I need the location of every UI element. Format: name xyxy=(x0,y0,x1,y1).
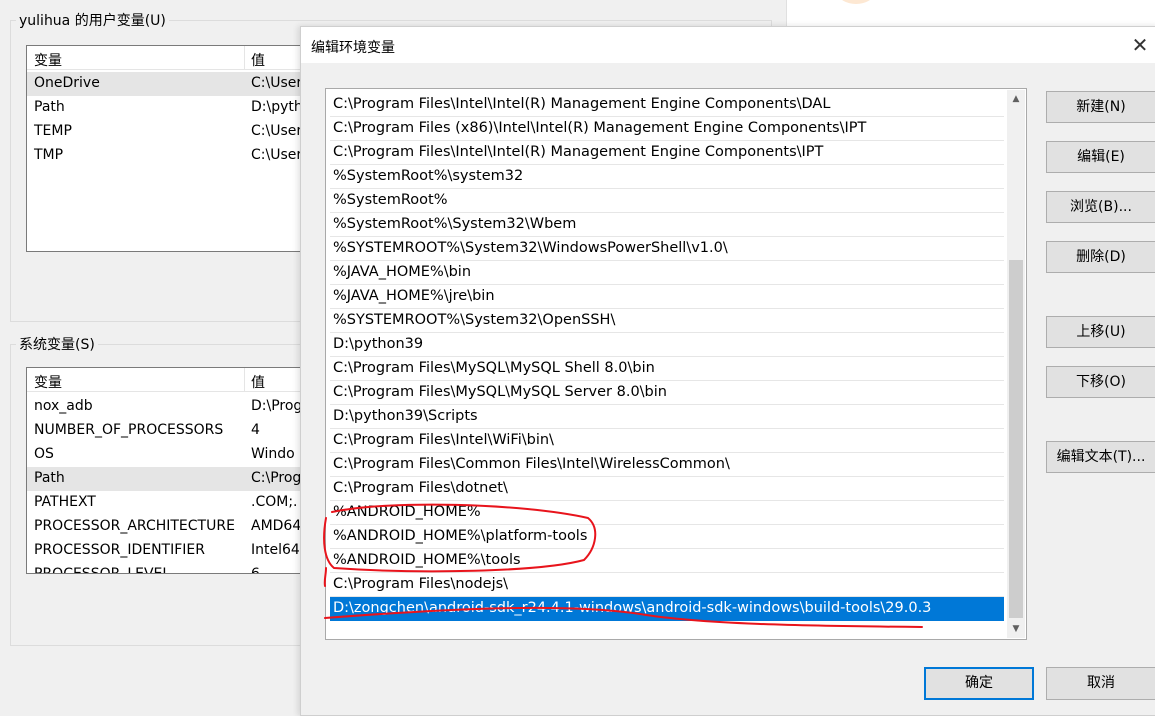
variable-name: TEMP xyxy=(34,123,72,139)
list-item[interactable]: %SYSTEMROOT%\System32\OpenSSH\ xyxy=(330,309,1004,333)
variable-value: Intel64 xyxy=(251,542,300,558)
dialog-title: 编辑环境变量 xyxy=(311,40,395,56)
variable-value: Windo xyxy=(251,446,295,462)
system-variables-header: 变量 值 xyxy=(27,368,325,392)
table-row[interactable]: Path D:\pyth xyxy=(27,96,325,120)
edit-text-button[interactable]: 编辑文本(T)... xyxy=(1046,441,1155,473)
variable-value: C:\User xyxy=(251,75,303,91)
table-row[interactable]: TMP C:\User xyxy=(27,144,325,168)
list-item-selected[interactable]: D:\zongchen\android-sdk_r24.4.1-windows\… xyxy=(330,597,1004,621)
list-item[interactable]: %SystemRoot% xyxy=(330,189,1004,213)
system-variables-list[interactable]: 变量 值 nox_adb D:\Prog NUMBER_OF_PROCESSOR… xyxy=(26,367,326,574)
column-separator[interactable] xyxy=(244,368,245,392)
variable-name: OneDrive xyxy=(34,75,100,91)
list-item[interactable]: %ANDROID_HOME%\platform-tools xyxy=(330,525,1004,549)
variable-name: PROCESSOR_LEVEL xyxy=(34,566,171,574)
variable-name: PROCESSOR_IDENTIFIER xyxy=(34,542,205,558)
system-variables-group-title: 系统变量(S) xyxy=(16,337,98,353)
column-header-value[interactable]: 值 xyxy=(251,372,265,392)
variable-name: OS xyxy=(34,446,54,462)
user-variables-list[interactable]: 变量 值 OneDrive C:\User Path D:\pyth TEMP … xyxy=(26,45,326,252)
list-item[interactable]: %SYSTEMROOT%\System32\WindowsPowerShell\… xyxy=(330,237,1004,261)
variable-value: 6 xyxy=(251,566,260,574)
list-item[interactable]: C:\Program Files\MySQL\MySQL Server 8.0\… xyxy=(330,381,1004,405)
user-variables-header: 变量 值 xyxy=(27,46,325,70)
vertical-scrollbar[interactable]: ▲ ▼ xyxy=(1007,90,1025,638)
table-row[interactable]: OS Windo xyxy=(27,443,325,467)
dialog-titlebar[interactable]: 编辑环境变量 ✕ xyxy=(301,27,1155,63)
list-item[interactable]: C:\Program Files\Common Files\Intel\Wire… xyxy=(330,453,1004,477)
new-button[interactable]: 新建(N) xyxy=(1046,91,1155,123)
list-item[interactable]: C:\Program Files\Intel\Intel(R) Manageme… xyxy=(330,141,1004,165)
variable-name: PROCESSOR_ARCHITECTURE xyxy=(34,518,235,534)
close-icon[interactable]: ✕ xyxy=(1125,31,1155,59)
list-item[interactable]: C:\Program Files\nodejs\ xyxy=(330,573,1004,597)
scroll-down-icon[interactable]: ▼ xyxy=(1007,620,1025,638)
variable-name: PATHEXT xyxy=(34,494,96,510)
table-row[interactable]: Path C:\Prog xyxy=(27,467,325,491)
table-row[interactable]: PROCESSOR_IDENTIFIER Intel64 xyxy=(27,539,325,563)
variable-value: AMD64 xyxy=(251,518,302,534)
variable-name: Path xyxy=(34,470,65,486)
list-item[interactable]: C:\Program Files\Intel\Intel(R) Manageme… xyxy=(330,93,1004,117)
move-up-button[interactable]: 上移(U) xyxy=(1046,316,1155,348)
variable-value: D:\Prog xyxy=(251,398,303,414)
table-row[interactable]: PROCESSOR_LEVEL 6 xyxy=(27,563,325,574)
table-row[interactable]: nox_adb D:\Prog xyxy=(27,395,325,419)
edit-button[interactable]: 编辑(E) xyxy=(1046,141,1155,173)
list-item[interactable]: %SystemRoot%\System32\Wbem xyxy=(330,213,1004,237)
edit-environment-variable-dialog: 编辑环境变量 ✕ C:\Program Files\Intel\Intel(R)… xyxy=(300,26,1155,716)
scroll-up-icon[interactable]: ▲ xyxy=(1007,90,1025,108)
variable-name: NUMBER_OF_PROCESSORS xyxy=(34,422,224,438)
column-header-value[interactable]: 值 xyxy=(251,50,265,70)
variable-name: Path xyxy=(34,99,65,115)
table-row[interactable]: OneDrive C:\User xyxy=(27,72,325,96)
list-item[interactable]: %ANDROID_HOME% xyxy=(330,501,1004,525)
list-item[interactable]: %JAVA_HOME%\bin xyxy=(330,261,1004,285)
list-item[interactable]: %JAVA_HOME%\jre\bin xyxy=(330,285,1004,309)
variable-value: 4 xyxy=(251,422,260,438)
path-entries-list[interactable]: C:\Program Files\Intel\Intel(R) Manageme… xyxy=(325,88,1027,640)
delete-button[interactable]: 删除(D) xyxy=(1046,241,1155,273)
move-down-button[interactable]: 下移(O) xyxy=(1046,366,1155,398)
column-separator[interactable] xyxy=(244,46,245,70)
variable-value: C:\User xyxy=(251,147,303,163)
table-row[interactable]: TEMP C:\User xyxy=(27,120,325,144)
ok-button[interactable]: 确定 xyxy=(924,667,1034,700)
variable-name: nox_adb xyxy=(34,398,93,414)
cancel-button[interactable]: 取消 xyxy=(1046,667,1155,700)
list-item[interactable]: D:\python39 xyxy=(330,333,1004,357)
variable-value: .COM;. xyxy=(251,494,298,510)
list-item[interactable]: %SystemRoot%\system32 xyxy=(330,165,1004,189)
user-variables-group-title: yulihua 的用户变量(U) xyxy=(16,13,169,29)
variable-value: D:\pyth xyxy=(251,99,303,115)
list-item[interactable]: D:\python39\Scripts xyxy=(330,405,1004,429)
column-header-variable[interactable]: 变量 xyxy=(34,50,62,70)
list-item[interactable]: %ANDROID_HOME%\tools xyxy=(330,549,1004,573)
browse-button[interactable]: 浏览(B)... xyxy=(1046,191,1155,223)
variable-name: TMP xyxy=(34,147,64,163)
list-item[interactable]: C:\Program Files\MySQL\MySQL Shell 8.0\b… xyxy=(330,357,1004,381)
variable-value: C:\Prog xyxy=(251,470,302,486)
list-item[interactable]: C:\Program Files\Intel\WiFi\bin\ xyxy=(330,429,1004,453)
column-header-variable[interactable]: 变量 xyxy=(34,372,62,392)
list-item[interactable]: C:\Program Files\dotnet\ xyxy=(330,477,1004,501)
variable-value: C:\User xyxy=(251,123,303,139)
table-row[interactable]: PATHEXT .COM;. xyxy=(27,491,325,515)
table-row[interactable]: PROCESSOR_ARCHITECTURE AMD64 xyxy=(27,515,325,539)
table-row[interactable]: NUMBER_OF_PROCESSORS 4 xyxy=(27,419,325,443)
scrollbar-thumb[interactable] xyxy=(1009,260,1023,618)
list-item[interactable]: C:\Program Files (x86)\Intel\Intel(R) Ma… xyxy=(330,117,1004,141)
